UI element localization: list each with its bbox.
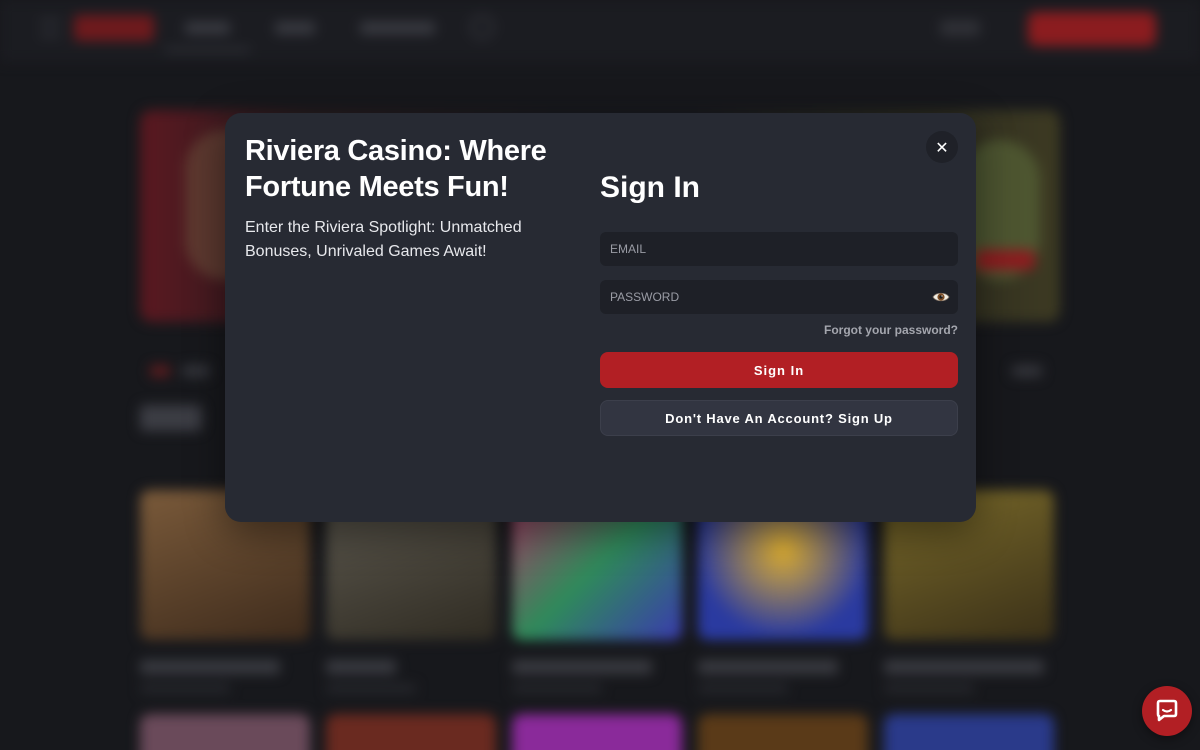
close-button[interactable]: ✕	[926, 131, 958, 163]
game-card	[698, 714, 868, 750]
menu-icon	[40, 20, 60, 36]
category-tab	[1012, 365, 1042, 377]
sign-up-button[interactable]: Don't Have An Account? Sign Up	[600, 400, 958, 436]
login-link	[940, 20, 980, 36]
chat-bubble-icon	[1156, 699, 1178, 722]
nav-item	[185, 22, 230, 34]
game-title	[512, 660, 652, 674]
game-title	[140, 660, 280, 674]
sign-in-modal: Riviera Casino: Where Fortune Meets Fun!…	[225, 113, 976, 522]
email-field	[600, 232, 958, 266]
category-tab	[182, 365, 210, 377]
password-field	[600, 280, 958, 314]
site-logo	[74, 15, 154, 41]
game-provider	[512, 684, 602, 693]
forgot-password-link[interactable]: Forgot your password?	[600, 323, 958, 337]
sign-in-title: Sign In	[600, 171, 700, 204]
game-card	[512, 714, 682, 750]
email-input[interactable]	[600, 232, 958, 266]
game-provider	[698, 684, 788, 693]
password-input[interactable]	[600, 280, 958, 314]
chat-widget-button[interactable]	[1142, 686, 1192, 736]
game-provider	[140, 684, 230, 693]
site-header	[0, 0, 1200, 62]
game-title	[698, 660, 838, 674]
game-title	[326, 660, 396, 674]
category-tab	[150, 365, 170, 377]
close-icon: ✕	[935, 137, 949, 157]
sign-in-button[interactable]: Sign In	[600, 352, 958, 388]
game-provider	[884, 684, 974, 693]
game-provider	[326, 684, 416, 693]
game-card	[326, 714, 496, 750]
eye-icon[interactable]	[932, 288, 950, 306]
nav-item	[360, 22, 435, 34]
nav-item	[275, 22, 315, 34]
promo-text: Enter the Riviera Spotlight: Unmatched B…	[245, 219, 522, 260]
game-title	[884, 660, 1044, 674]
game-card	[140, 714, 310, 750]
section-heading	[140, 405, 202, 431]
search-icon	[470, 15, 494, 39]
join-button	[1028, 12, 1156, 46]
game-card	[884, 714, 1054, 750]
promo-title: Riviera Casino: Where Fortune Meets Fun!	[245, 135, 547, 203]
nav-active-indicator	[165, 48, 250, 52]
hero-button	[975, 250, 1035, 270]
